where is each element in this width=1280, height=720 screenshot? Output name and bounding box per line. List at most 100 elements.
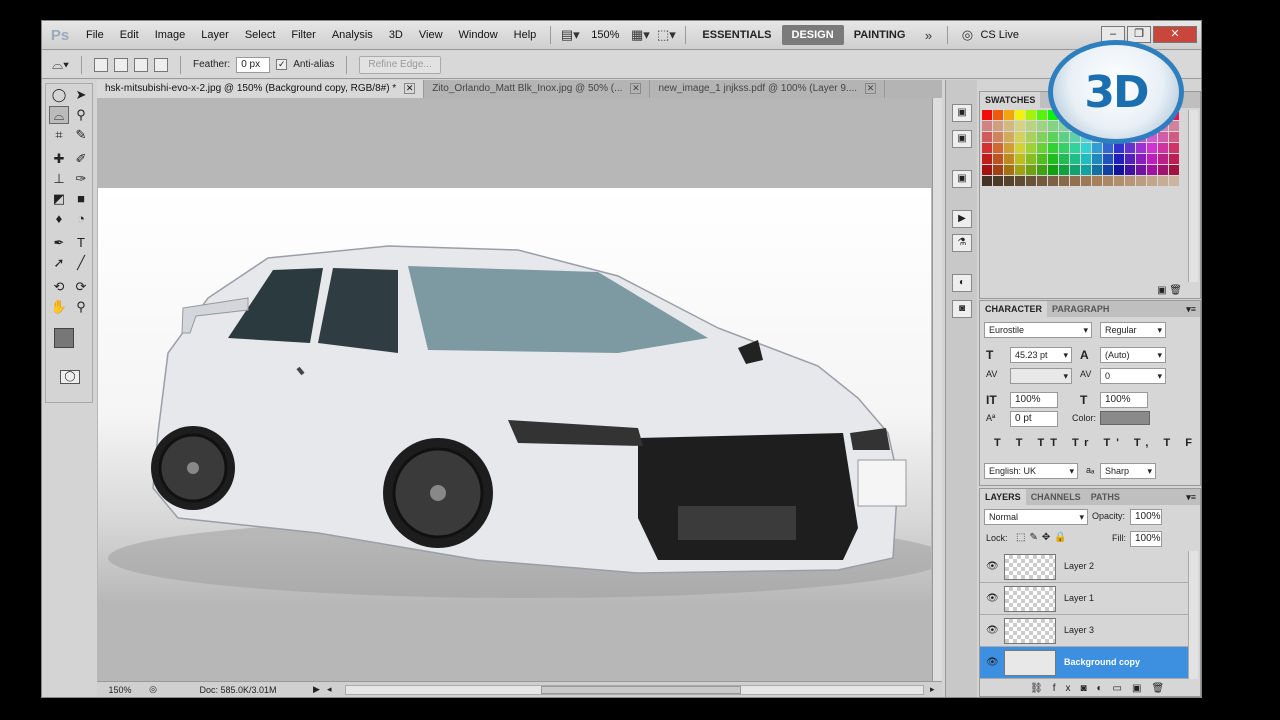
pen-tool-icon[interactable]: ✒ xyxy=(49,234,69,252)
color-swatch[interactable] xyxy=(1147,176,1157,186)
tab-layers[interactable]: LAYERS xyxy=(980,489,1026,505)
color-swatch[interactable] xyxy=(1147,143,1157,153)
color-swatch[interactable] xyxy=(1114,165,1124,175)
marquee-tool-icon[interactable]: ◯ xyxy=(49,86,69,104)
color-swatch[interactable] xyxy=(1169,165,1179,175)
vertical-scrollbar[interactable] xyxy=(932,98,942,681)
color-swatch[interactable] xyxy=(993,154,1003,164)
color-swatch[interactable] xyxy=(1147,154,1157,164)
new-swatch-icon[interactable]: ▣ 🗑 xyxy=(1157,285,1182,296)
color-swatch[interactable] xyxy=(1136,176,1146,186)
color-swatch[interactable] xyxy=(1169,154,1179,164)
color-swatch[interactable] xyxy=(993,110,1003,120)
tab-swatches[interactable]: SWATCHES xyxy=(980,92,1041,108)
color-swatch[interactable] xyxy=(1158,154,1168,164)
color-swatch[interactable] xyxy=(1037,176,1047,186)
color-swatch[interactable] xyxy=(1081,176,1091,186)
color-swatch[interactable] xyxy=(1026,165,1036,175)
color-swatch[interactable] xyxy=(1015,154,1025,164)
color-swatch[interactable] xyxy=(1070,143,1080,153)
color-swatch[interactable] xyxy=(1048,165,1058,175)
menu-image[interactable]: Image xyxy=(147,29,194,41)
color-swatch[interactable] xyxy=(1114,143,1124,153)
color-swatch[interactable] xyxy=(1081,154,1091,164)
refine-edge-button[interactable]: Refine Edge... xyxy=(359,55,441,74)
panel-menu-icon[interactable]: ▾≡ xyxy=(1186,304,1200,315)
zoom-dropdown[interactable]: 150% xyxy=(583,29,627,41)
play-action-icon[interactable]: ▶ xyxy=(952,210,972,228)
tab-channels[interactable]: CHANNELS xyxy=(1026,489,1086,505)
color-swatch[interactable] xyxy=(1048,154,1058,164)
color-swatch[interactable] xyxy=(1114,154,1124,164)
color-swatch[interactable] xyxy=(1125,165,1135,175)
color-swatch[interactable] xyxy=(1048,132,1058,142)
healing-brush-icon[interactable]: ✚ xyxy=(49,150,69,168)
color-swatch[interactable] xyxy=(982,121,992,131)
path-select-icon[interactable]: ➚ xyxy=(49,254,69,272)
eye-icon[interactable]: 👁 xyxy=(986,593,999,604)
tab-character[interactable]: CHARACTER xyxy=(980,301,1047,317)
color-swatch[interactable] xyxy=(1059,165,1069,175)
color-swatch[interactable] xyxy=(1059,154,1069,164)
color-swatch[interactable] xyxy=(1037,154,1047,164)
color-swatch[interactable] xyxy=(1092,154,1102,164)
color-swatch[interactable] xyxy=(1081,143,1091,153)
scroll-thumb[interactable] xyxy=(541,685,741,694)
color-swatch[interactable] xyxy=(982,110,992,120)
history-brush-icon[interactable]: ✑ xyxy=(71,170,91,188)
lasso-tool-icon[interactable]: ⌓ xyxy=(49,106,69,124)
text-color-swatch[interactable] xyxy=(1100,411,1150,425)
arrange-documents-icon[interactable]: ▦▾ xyxy=(627,26,653,44)
scroll-left-icon[interactable]: ◂ xyxy=(327,684,339,695)
color-swatch[interactable] xyxy=(1092,176,1102,186)
color-swatch[interactable] xyxy=(1070,154,1080,164)
color-swatch[interactable] xyxy=(1004,165,1014,175)
layer-row[interactable]: 👁 Layer 1 xyxy=(980,583,1188,615)
feather-input[interactable]: 0 px xyxy=(236,56,271,73)
color-swatch[interactable] xyxy=(1103,176,1113,186)
menu-analysis[interactable]: Analysis xyxy=(324,29,381,41)
fill-input[interactable]: 100% xyxy=(1130,531,1162,547)
font-style-dropdown[interactable]: Regular xyxy=(1100,322,1166,338)
lasso-tool-icon[interactable]: ⌓▾ xyxy=(52,56,69,73)
add-selection-icon[interactable] xyxy=(113,57,128,72)
close-tab-icon[interactable]: ✕ xyxy=(404,83,416,94)
color-swatch[interactable] xyxy=(1015,143,1025,153)
horizontal-scale-input[interactable]: 100% xyxy=(1100,392,1148,408)
color-swatch[interactable] xyxy=(1103,165,1113,175)
color-swatch[interactable] xyxy=(1158,132,1168,142)
color-swatch[interactable] xyxy=(1125,176,1135,186)
tab-paths[interactable]: PATHS xyxy=(1086,489,1125,505)
quick-mask-icon[interactable]: ◯ xyxy=(60,370,80,384)
dodge-tool-icon[interactable]: ◔ xyxy=(71,210,91,228)
scroll-right-icon[interactable]: ▸ xyxy=(930,684,942,695)
color-swatch[interactable] xyxy=(993,176,1003,186)
color-swatch[interactable] xyxy=(1026,143,1036,153)
color-swatch[interactable] xyxy=(1004,110,1014,120)
color-swatch[interactable] xyxy=(982,132,992,142)
color-swatch[interactable] xyxy=(993,165,1003,175)
baseline-shift-input[interactable]: 0 pt xyxy=(1010,411,1058,427)
tab-zito[interactable]: Zito_Orlando_Matt Blk_Inox.jpg @ 50% (..… xyxy=(424,80,651,98)
color-swatch[interactable] xyxy=(1136,154,1146,164)
eye-icon[interactable]: 👁 xyxy=(986,561,999,572)
color-swatch[interactable] xyxy=(1059,143,1069,153)
crop-tool-icon[interactable]: ⌗ xyxy=(49,126,69,144)
blur-tool-icon[interactable]: ♦ xyxy=(49,210,69,228)
color-swatch[interactable] xyxy=(1004,121,1014,131)
new-selection-icon[interactable] xyxy=(93,57,108,72)
brush-presets-icon[interactable]: ▣ xyxy=(952,170,972,188)
color-swatch[interactable] xyxy=(1015,176,1025,186)
color-swatch[interactable] xyxy=(1092,165,1102,175)
color-swatch[interactable] xyxy=(1015,110,1025,120)
color-swatch[interactable] xyxy=(1103,154,1113,164)
tab-evo-x[interactable]: hsk-mitsubishi-evo-x-2.jpg @ 150% (Backg… xyxy=(97,80,425,98)
vertical-scale-input[interactable]: 100% xyxy=(1010,392,1058,408)
color-swatch[interactable] xyxy=(1037,165,1047,175)
layer-row-selected[interactable]: 👁 Background copy xyxy=(980,647,1188,679)
color-swatch[interactable] xyxy=(982,165,992,175)
adjustments-icon[interactable]: ◐ xyxy=(952,274,972,292)
layer-actions-icons[interactable]: ⛓fx◙◐▭▣🗑 xyxy=(1030,683,1174,694)
color-swatch[interactable] xyxy=(1125,143,1135,153)
color-swatch[interactable] xyxy=(1092,143,1102,153)
